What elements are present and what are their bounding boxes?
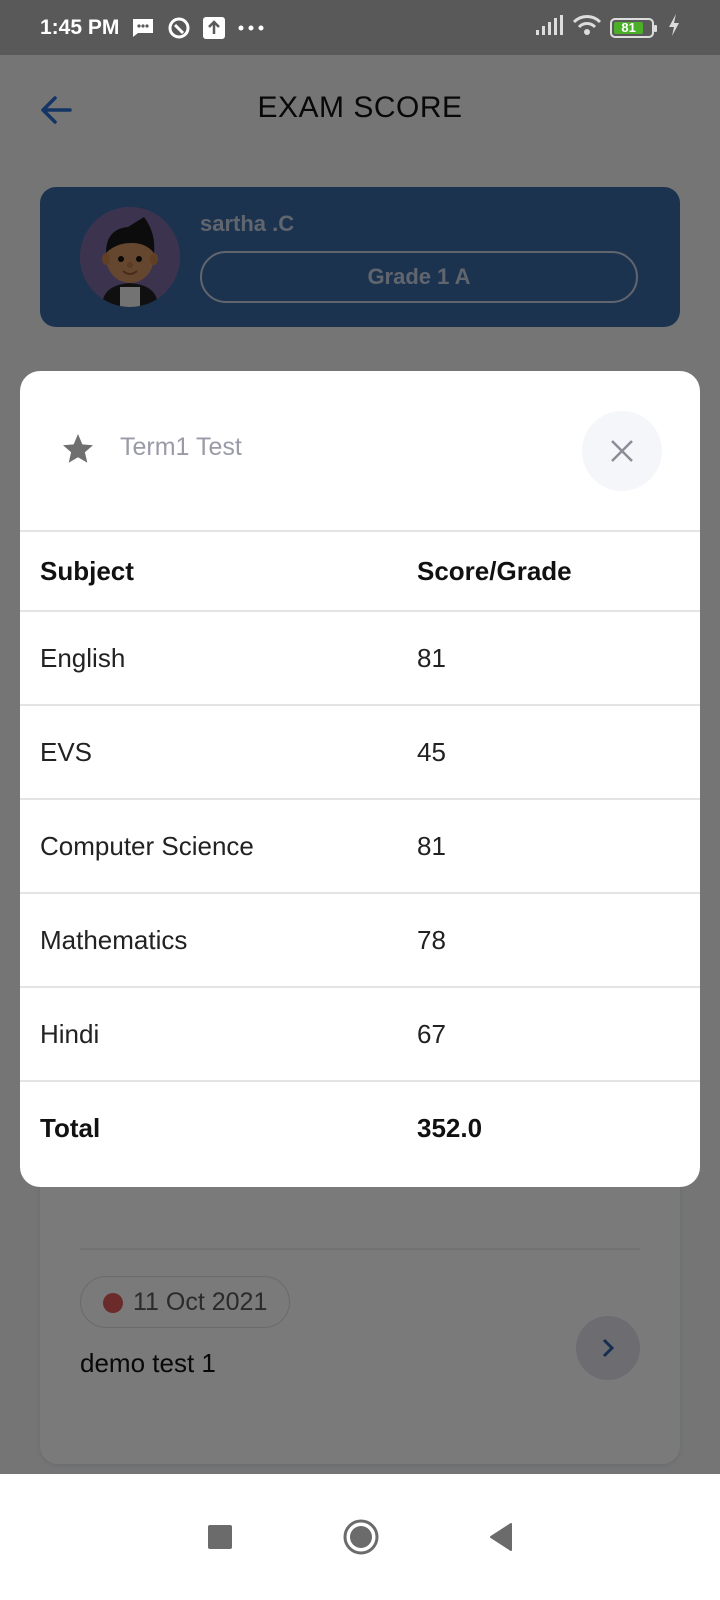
status-time: 1:45 PM <box>40 15 120 39</box>
dialog-title: Term1 Test <box>120 433 242 461</box>
close-icon <box>611 440 633 462</box>
total-row: Total 352.0 <box>20 1081 700 1175</box>
subject-cell: Mathematics <box>40 924 188 955</box>
message-icon <box>131 17 155 39</box>
subject-cell: Computer Science <box>40 830 254 861</box>
back-nav-button[interactable] <box>489 1523 513 1551</box>
column-header-score: Score/Grade <box>417 555 572 586</box>
subject-cell: EVS <box>40 736 93 767</box>
signal-icon <box>536 14 564 41</box>
upload-icon <box>203 16 226 39</box>
subject-cell: Hindi <box>40 1018 100 1049</box>
battery-icon: 81 <box>610 17 657 38</box>
score-cell: 45 <box>417 736 446 767</box>
table-row: Computer Science 81 <box>20 799 700 893</box>
score-cell: 67 <box>417 1018 446 1049</box>
total-value: 352.0 <box>417 1113 483 1143</box>
battery-level: 81 <box>614 20 644 35</box>
system-nav-bar <box>0 1474 720 1600</box>
total-label: Total <box>40 1113 101 1143</box>
star-icon <box>63 434 93 463</box>
home-button[interactable] <box>343 1519 379 1555</box>
score-cell: 81 <box>417 830 446 861</box>
home-icon <box>343 1519 379 1555</box>
wifi-icon <box>572 14 602 42</box>
column-header-subject: Subject <box>40 555 134 586</box>
status-bar: 1:45 PM 81 <box>0 0 720 55</box>
more-dots-icon <box>237 24 265 32</box>
charging-icon <box>668 13 680 42</box>
dialog-header: Term1 Test <box>20 371 700 531</box>
close-button[interactable] <box>582 411 662 491</box>
subject-cell: English <box>40 642 126 673</box>
table-row: Hindi 67 <box>20 987 700 1081</box>
recents-button[interactable] <box>207 1524 233 1550</box>
back-triangle-icon <box>490 1523 512 1551</box>
recents-icon <box>208 1525 232 1549</box>
table-row: EVS 45 <box>20 705 700 799</box>
sync-icon <box>167 16 191 40</box>
score-cell: 78 <box>417 924 446 955</box>
table-row: English 81 <box>20 611 700 705</box>
score-cell: 81 <box>417 642 446 673</box>
table-header-row: Subject Score/Grade <box>20 531 700 611</box>
table-row: Mathematics 78 <box>20 893 700 987</box>
score-dialog: Term1 Test Subject Score/Grade English 8… <box>20 371 700 1187</box>
score-table: Subject Score/Grade English 81 EVS 45 Co… <box>20 530 700 1175</box>
